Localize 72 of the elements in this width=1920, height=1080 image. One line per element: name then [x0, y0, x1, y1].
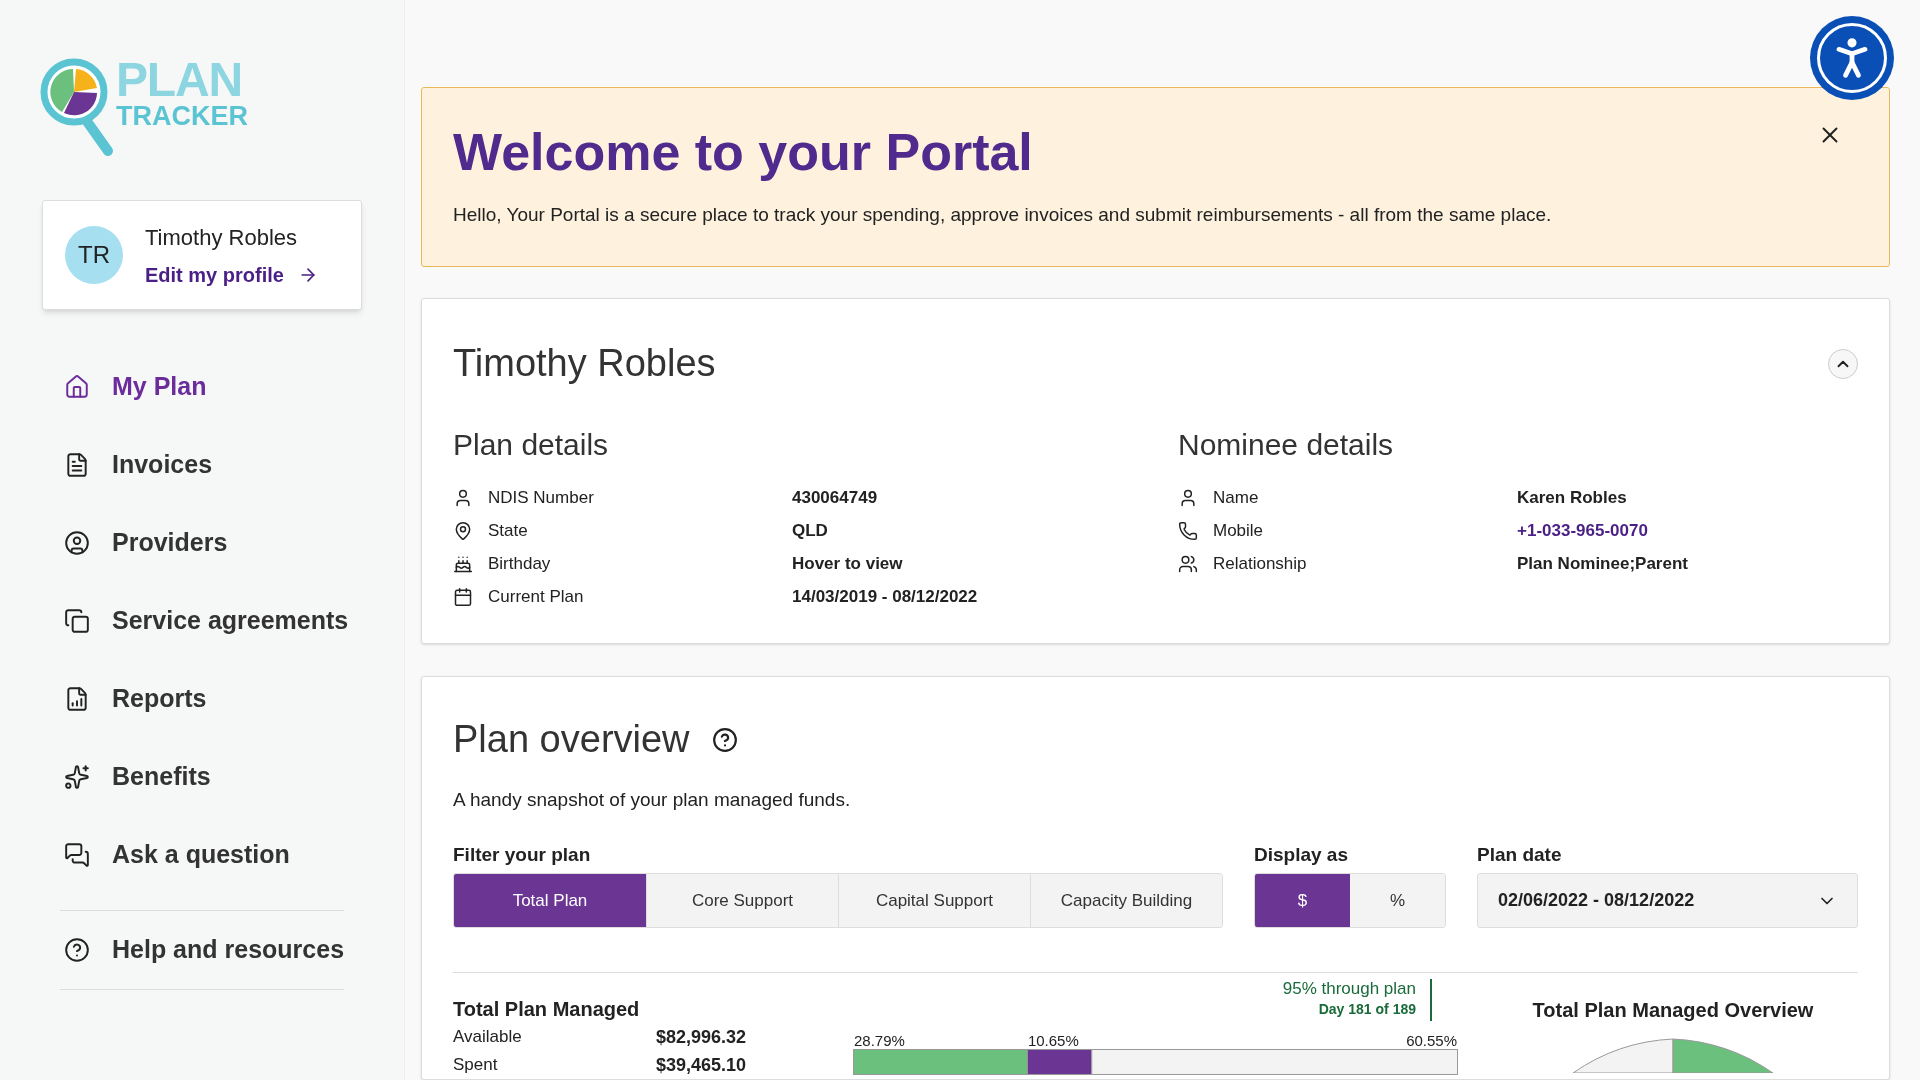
detail-label: Birthday	[488, 552, 552, 575]
nav-link[interactable]: My Plan	[112, 368, 207, 406]
user-icon	[453, 487, 473, 508]
filter-tab[interactable]: Capacity Building	[1030, 874, 1222, 927]
plan-date-select[interactable]: 02/06/2022 - 08/12/2022	[1477, 873, 1858, 928]
banner-title: Welcome to your Portal	[453, 124, 1033, 182]
phone-link[interactable]: +1-033-965-0070	[1517, 517, 1648, 544]
avatar: TR	[65, 226, 123, 284]
nav-link[interactable]: Benefits	[112, 758, 211, 796]
filter-label: Filter your plan	[453, 842, 592, 867]
detail-label: Name	[1213, 486, 1260, 509]
display-toggle[interactable]: %	[1350, 874, 1445, 927]
section-heading: Nominee details	[1178, 427, 1395, 463]
marker-text: 95% through plan	[1282, 979, 1416, 999]
help-icon	[64, 937, 90, 963]
help-icon[interactable]	[711, 726, 738, 753]
logo-text: PLAN	[116, 58, 243, 102]
filter-tab[interactable]: Core Support	[646, 874, 838, 927]
detail-label: Mobile	[1213, 519, 1265, 542]
nav-link[interactable]: Ask a question	[112, 836, 290, 874]
summary-title: Total Plan Managed	[453, 997, 641, 1022]
document-icon	[64, 452, 90, 478]
display-toggle[interactable]: $	[1255, 874, 1350, 927]
bar-value-label: 60.55%	[1406, 1032, 1457, 1049]
summary-label: Spent	[453, 1054, 499, 1077]
chart-document-icon	[64, 686, 90, 712]
detail-value: Hover to view	[792, 552, 903, 575]
filter-tab[interactable]: Total Plan	[454, 874, 646, 927]
user-circle-icon	[64, 530, 90, 556]
profile-name: Timothy Robles	[145, 223, 298, 252]
detail-value: 430064749	[792, 486, 878, 509]
nav-link[interactable]: Reports	[112, 680, 207, 718]
bar-value-label: 28.79%	[854, 1032, 905, 1049]
detail-value: QLD	[792, 519, 828, 542]
section-heading: Plan details	[453, 427, 610, 463]
phone-icon	[1178, 520, 1198, 541]
nav-link[interactable]: Invoices	[112, 446, 213, 484]
bar-value-label: 10.65%	[1027, 1032, 1079, 1049]
banner-text: Hello, Your Portal is a secure place to track your spending, approve invoices and submit reimbursements - all from the same place.	[453, 203, 1553, 228]
nav-link[interactable]: Providers	[112, 524, 228, 562]
participant-name: Timothy Robles	[453, 341, 716, 386]
sparkle-icon	[64, 764, 90, 790]
calendar-icon	[453, 586, 473, 607]
detail-value: Plan Nominee;Parent	[1517, 552, 1688, 575]
detail-value: Karen Robles	[1517, 486, 1627, 509]
overview-description: A handy snapshot of your plan managed funds.	[453, 788, 852, 812]
summary-value: $39,465.10	[656, 1053, 747, 1077]
user-icon	[1178, 487, 1198, 508]
detail-label: Current Plan	[488, 585, 585, 608]
nav-link[interactable]: Service agreements	[112, 602, 349, 640]
home-icon	[64, 374, 90, 400]
collapse-toggle[interactable]	[1828, 348, 1858, 379]
detail-label: Relationship	[1213, 552, 1308, 575]
location-pin-icon	[453, 520, 473, 541]
plan-date-label: Plan date	[1477, 842, 1563, 867]
nav-link[interactable]: Help and resources	[112, 931, 345, 969]
chat-bubbles-icon	[64, 842, 90, 868]
logo-text: TRACKER	[116, 102, 248, 130]
marker-line	[1430, 979, 1432, 1021]
users-icon	[1178, 553, 1198, 574]
edit-profile-link[interactable]: Edit my profile	[145, 259, 318, 290]
display-label: Display as	[1254, 842, 1349, 867]
pie-chart-title: Total Plan Managed Overview	[1532, 998, 1814, 1023]
detail-label: NDIS Number	[488, 486, 595, 509]
marker-subtext: Day 181 of 189	[1318, 1000, 1416, 1019]
copy-icon	[64, 608, 90, 634]
detail-label: State	[488, 519, 529, 542]
filter-tab[interactable]: Capital Support	[838, 874, 1030, 927]
summary-label: Available	[453, 1026, 523, 1049]
overview-title: Plan overview	[453, 717, 690, 762]
detail-value: 14/03/2019 - 08/12/2022	[792, 585, 978, 608]
summary-value: $82,996.32	[656, 1025, 747, 1049]
